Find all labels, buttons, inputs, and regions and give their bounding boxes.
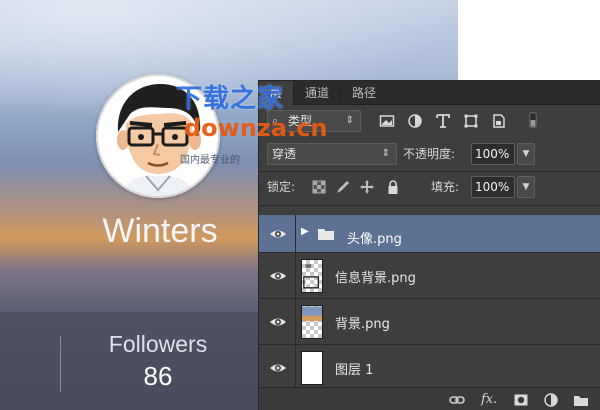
- stats-divider: [60, 336, 61, 392]
- layer-name[interactable]: 头像.png: [347, 228, 402, 247]
- adjustment-filter-icon[interactable]: [407, 113, 423, 129]
- link-layers-icon[interactable]: [449, 392, 465, 408]
- eye-icon[interactable]: [269, 313, 287, 331]
- visibility-column-divider: [295, 299, 296, 344]
- shape-filter-icon[interactable]: [463, 113, 479, 129]
- filter-toggle-icon[interactable]: [525, 112, 537, 132]
- layer-row[interactable]: 图层 1: [259, 345, 600, 391]
- visibility-column-divider: [295, 215, 296, 252]
- chevron-up-down-icon: ⇕: [345, 115, 354, 126]
- visibility-column-divider: [295, 345, 296, 390]
- smart-object-filter-icon[interactable]: [491, 113, 507, 129]
- visibility-column-divider: [295, 253, 296, 298]
- watermark-url: downza.cn: [184, 114, 328, 142]
- lock-row: 锁定: 填充: 100% ▼: [259, 176, 600, 200]
- add-mask-icon[interactable]: [513, 392, 529, 408]
- watermark-logo: 下载之家: [176, 84, 285, 114]
- fill-dropdown-button[interactable]: ▼: [517, 176, 535, 198]
- layers-bottom-toolbar: fx.: [259, 387, 600, 410]
- tab-channels[interactable]: 通道: [294, 81, 340, 105]
- adjustment-layer-icon[interactable]: [543, 392, 559, 408]
- blend-mode-select[interactable]: 穿透 ⇕: [267, 143, 397, 165]
- layer-name[interactable]: 图层 1: [335, 359, 373, 378]
- image-filter-icon[interactable]: [379, 113, 395, 129]
- eye-icon[interactable]: [269, 359, 287, 377]
- username: Winters: [102, 212, 218, 250]
- blend-row: 穿透 ⇕ 不透明度: 100% ▼: [259, 143, 600, 167]
- eye-icon[interactable]: [269, 225, 287, 243]
- layer-thumbnail: [301, 305, 323, 339]
- blend-mode-value: 穿透: [272, 147, 297, 161]
- expand-triangle-icon[interactable]: ▶: [301, 226, 309, 237]
- layer-thumbnail: [301, 259, 323, 293]
- layer-thumbnail: [301, 351, 323, 385]
- lock-position-icon[interactable]: [359, 179, 375, 195]
- folder-icon: [317, 226, 335, 240]
- lock-image-pixels-icon[interactable]: [335, 179, 351, 195]
- tab-paths[interactable]: 路径: [341, 81, 387, 105]
- opacity-input[interactable]: 100%: [471, 143, 515, 165]
- layer-row[interactable]: ▶ 头像.png: [259, 215, 600, 253]
- opacity-label: 不透明度:: [403, 147, 456, 161]
- lock-all-icon[interactable]: [385, 179, 401, 195]
- type-filter-icon[interactable]: [435, 113, 451, 129]
- opacity-dropdown-button[interactable]: ▼: [517, 143, 535, 165]
- fill-label: 填充:: [431, 180, 460, 194]
- eye-icon[interactable]: [269, 267, 287, 285]
- followers-label: Followers: [108, 331, 208, 357]
- layer-name[interactable]: 信息背景.png: [335, 267, 416, 286]
- layer-name[interactable]: 背景.png: [335, 313, 390, 332]
- followers-count: 86: [143, 361, 173, 391]
- divider: [259, 205, 600, 206]
- chevron-up-down-icon: ⇕: [381, 148, 390, 159]
- watermark-slogan: 国内最专业的: [180, 155, 240, 166]
- fill-input[interactable]: 100%: [471, 176, 515, 198]
- layer-row[interactable]: 信息背景.png: [259, 253, 600, 299]
- lock-label: 锁定:: [267, 180, 296, 194]
- fx-icon[interactable]: fx.: [481, 392, 503, 408]
- divider: [259, 171, 600, 172]
- new-group-icon[interactable]: [573, 392, 589, 408]
- panel-tab-bar: 层 通道 路径: [259, 81, 600, 105]
- layer-row[interactable]: 背景.png: [259, 299, 600, 345]
- lock-transparent-pixels-icon[interactable]: [311, 179, 327, 195]
